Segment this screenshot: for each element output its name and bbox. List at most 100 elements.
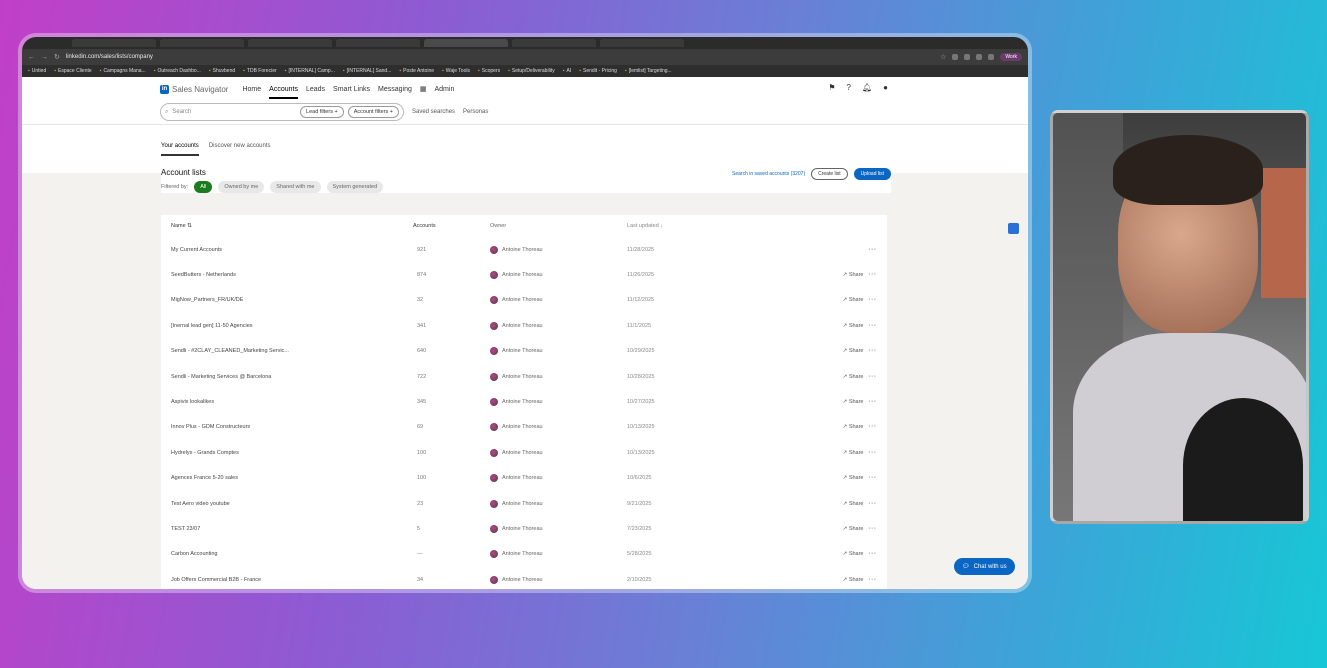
share-button[interactable]: ↗ Share [843,399,864,405]
list-name[interactable]: Carbon Accounting [161,551,413,557]
upload-list-button[interactable]: Upload list [853,168,891,180]
bookmark-item[interactable]: TDB Forecier [243,68,277,74]
nav-accounts[interactable]: Accounts [269,80,298,99]
extension-icon[interactable] [976,54,983,60]
table-row[interactable]: Job Offers Commercial B2B - France 34 Anto… [161,567,887,589]
bookmark-item[interactable]: Sendit - Pricing [579,68,617,74]
filter-chip-owned[interactable]: Owned by me [218,181,265,193]
nav-smart-links[interactable]: Smart Links [333,80,370,99]
bookmark-item[interactable]: [lemlist] Targeting... [625,68,672,74]
share-button[interactable]: ↗ Share [843,475,864,481]
more-options-icon[interactable]: ··· [869,297,878,303]
more-options-icon[interactable]: ··· [869,323,878,329]
filter-chip-shared[interactable]: Shared with me [270,181,321,193]
table-row[interactable]: My Current Accounts 921 Antoine Thoreau 11/… [161,237,887,262]
more-options-icon[interactable]: ··· [869,551,878,557]
extension-icon[interactable] [952,54,959,60]
table-row[interactable]: Agences France 5-20 sales 100 Antoine Thor… [161,466,887,491]
share-button[interactable]: ↗ Share [843,526,864,532]
tab-discover-accounts[interactable]: Discover new accounts [209,143,271,156]
extension-icon[interactable] [964,54,971,60]
table-row[interactable]: TEST 23/07 5 Antoine Thoreau 7/23/2025 ↗ Sha… [161,516,887,541]
more-options-icon[interactable]: ··· [869,374,878,380]
side-panel-icon[interactable] [1008,223,1019,234]
list-name[interactable]: Job Offers Commercial B2B - France [161,577,413,583]
share-button[interactable]: ↗ Share [843,348,864,354]
table-row[interactable]: Carbon Accounting — Antoine Thoreau 5/28/20… [161,542,887,567]
share-button[interactable]: ↗ Share [843,450,864,456]
share-button[interactable]: ↗ Share [843,297,864,303]
share-button[interactable]: ↗ Share [843,374,864,380]
reload-icon[interactable]: ↻ [54,53,60,61]
table-row[interactable]: Aspivix lookalikes 345 Antoine Thoreau 10/2… [161,389,887,414]
bookmark-item[interactable]: AI [563,68,571,74]
bell-icon[interactable]: 🔔︎ [862,83,872,92]
avatar[interactable]: ● [883,83,888,92]
bookmark-item[interactable]: Poste Antoine [399,68,434,74]
more-options-icon[interactable]: ··· [869,450,878,456]
list-name[interactable]: Innov Plus - GDM Constructeurs [161,424,413,430]
list-name[interactable]: Hydrelys - Grands Comptes [161,450,413,456]
bookmark-item[interactable]: Scopers [478,68,500,74]
share-button[interactable]: ↗ Share [843,577,864,583]
star-icon[interactable]: ☆ [940,53,946,61]
bookmark-item[interactable]: Campagns Mana... [100,68,145,74]
more-options-icon[interactable]: ··· [869,475,878,481]
nav-admin[interactable]: Admin [435,80,455,99]
column-name[interactable]: Name ⇅ [161,223,413,229]
bookmark-item[interactable]: [INTERNAL] Camp... [285,68,334,74]
table-row[interactable]: Test Aero video youtube 23 Antoine Thoreau… [161,491,887,516]
bookmark-item[interactable]: [INTERNAL] Sand... [343,68,392,74]
more-options-icon[interactable]: ··· [869,399,878,405]
forward-icon[interactable]: → [41,54,48,61]
create-list-button[interactable]: Create list [811,168,848,180]
table-row[interactable]: Sendli - Marketing Services @ Barcelona 7… [161,364,887,389]
list-name[interactable]: SeedButters - Netherlands [161,272,413,278]
list-name[interactable]: Test Aero video youtube [161,501,413,507]
search-input[interactable]: ⌕ Search Lead filters + Account filters … [160,103,404,121]
profile-badge[interactable]: Work [1000,53,1022,61]
bookmark-item[interactable]: Espace Cliente [54,68,92,74]
more-options-icon[interactable]: ··· [869,272,878,278]
list-name[interactable]: Aspivix lookalikes [161,399,413,405]
bookmark-item[interactable]: Shuvbend [209,68,236,74]
more-options-icon[interactable]: ··· [869,348,878,354]
url-input[interactable]: linkedin.com/sales/lists/company [66,54,934,60]
sales-navigator-logo[interactable]: in Sales Navigator [160,84,228,94]
list-name[interactable]: Sendli - Marketing Services @ Barcelona [161,374,413,380]
column-last-updated[interactable]: Last updated ↓ [627,223,817,229]
filter-chip-system[interactable]: System generated [326,181,384,193]
share-button[interactable]: ↗ Share [843,424,864,430]
browser-tab[interactable] [336,39,420,47]
nav-messaging[interactable]: Messaging [378,80,412,99]
table-row[interactable]: Innov Plus - GDM Constructeurs 69 Antoine … [161,415,887,440]
more-options-icon[interactable]: ··· [869,526,878,532]
chat-button[interactable]: 💬︎ Chat with us [954,558,1015,575]
browser-tab[interactable] [160,39,244,47]
table-row[interactable]: MigNow_Partners_FR/UK/DE 32 Antoine Thorea… [161,288,887,313]
browser-tab[interactable] [600,39,684,47]
bookmark-item[interactable]: Untied [28,68,46,74]
search-saved-accounts-link[interactable]: Search in saved accounts (3207) [732,171,805,177]
table-row[interactable]: SeedButters - Netherlands 874 Antoine Thor… [161,262,887,287]
more-options-icon[interactable]: ··· [869,247,878,253]
account-filters-button[interactable]: Account filters + [347,106,399,118]
share-button[interactable]: ↗ Share [843,501,864,507]
list-name[interactable]: Sendli - #2CLAY_CLEANED_Marketing Servic… [161,348,413,354]
browser-tab[interactable] [512,39,596,47]
list-name[interactable]: MigNow_Partners_FR/UK/DE [161,297,413,303]
list-name[interactable]: My Current Accounts [161,247,413,253]
share-button[interactable]: ↗ Share [843,272,864,278]
more-options-icon[interactable]: ··· [869,501,878,507]
nav-extra-icon[interactable]: ▦ [420,79,427,99]
table-row[interactable]: [Inernal lead gen] 11-50 Agencies 341 Anto… [161,313,887,338]
bookmark-item[interactable]: Outreach Dashbo... [154,68,200,74]
browser-tab[interactable] [72,39,156,47]
share-button[interactable]: ↗ Share [843,551,864,557]
list-name[interactable]: TEST 23/07 [161,526,413,532]
back-icon[interactable]: ← [28,54,35,61]
notification-flag-icon[interactable]: ⚑ [828,83,835,92]
personas-link[interactable]: Personas [463,109,488,115]
list-name[interactable]: Agences France 5-20 sales [161,475,413,481]
list-name[interactable]: [Inernal lead gen] 11-50 Agencies [161,323,413,329]
